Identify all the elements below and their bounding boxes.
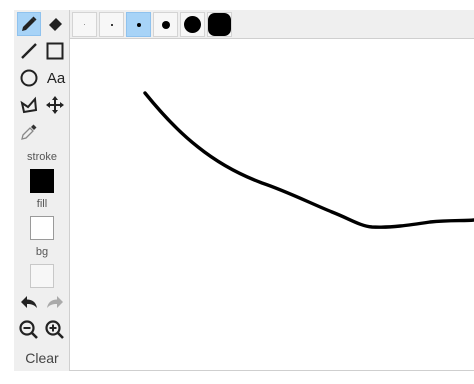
- zoom-in-icon[interactable]: [43, 318, 67, 342]
- clear-button[interactable]: Clear: [14, 350, 70, 366]
- brush-size-2[interactable]: [99, 12, 124, 37]
- redo-icon[interactable]: [43, 291, 67, 315]
- brush-size-bar: [70, 10, 474, 39]
- line-icon[interactable]: [17, 39, 41, 63]
- stroke-color-swatch[interactable]: [30, 169, 54, 193]
- bg-color-swatch[interactable]: [30, 264, 54, 288]
- zoom-out-icon[interactable]: [17, 318, 41, 342]
- drawing-surface: [143, 91, 474, 229]
- brush-size-1[interactable]: [72, 12, 97, 37]
- brush-size-6[interactable]: [207, 12, 232, 37]
- brush-dot: [84, 24, 85, 25]
- pencil-stroke: [143, 91, 474, 229]
- paint-app: Aa stroke fill bg Clear: [14, 10, 474, 371]
- rectangle-icon[interactable]: [43, 39, 67, 63]
- polygon-icon[interactable]: [17, 93, 41, 117]
- eyedropper-icon[interactable]: [17, 120, 41, 144]
- brush-dot: [110, 23, 113, 26]
- brush-dot: [136, 22, 141, 27]
- brush-dot: [161, 20, 170, 29]
- undo-icon[interactable]: [17, 291, 41, 315]
- fill-label: fill: [36, 198, 48, 210]
- ellipse-icon[interactable]: [17, 66, 41, 90]
- pencil-icon[interactable]: [17, 12, 41, 36]
- brush-size-3[interactable]: [126, 12, 151, 37]
- text-tool-icon[interactable]: Aa: [43, 66, 69, 90]
- drawing-canvas[interactable]: [70, 39, 474, 371]
- brush-size-5[interactable]: [180, 12, 205, 37]
- eraser-icon[interactable]: [43, 12, 67, 36]
- stroke-label: stroke: [27, 151, 57, 163]
- brush-dot: [208, 13, 231, 36]
- brush-size-4[interactable]: [153, 12, 178, 37]
- brush-dot: [184, 16, 201, 33]
- bg-label: bg: [35, 246, 49, 258]
- tool-palette: Aa stroke fill bg Clear: [14, 10, 70, 371]
- move-icon[interactable]: [43, 93, 67, 117]
- text-tool-label: Aa: [46, 69, 66, 87]
- fill-color-swatch[interactable]: [30, 216, 54, 240]
